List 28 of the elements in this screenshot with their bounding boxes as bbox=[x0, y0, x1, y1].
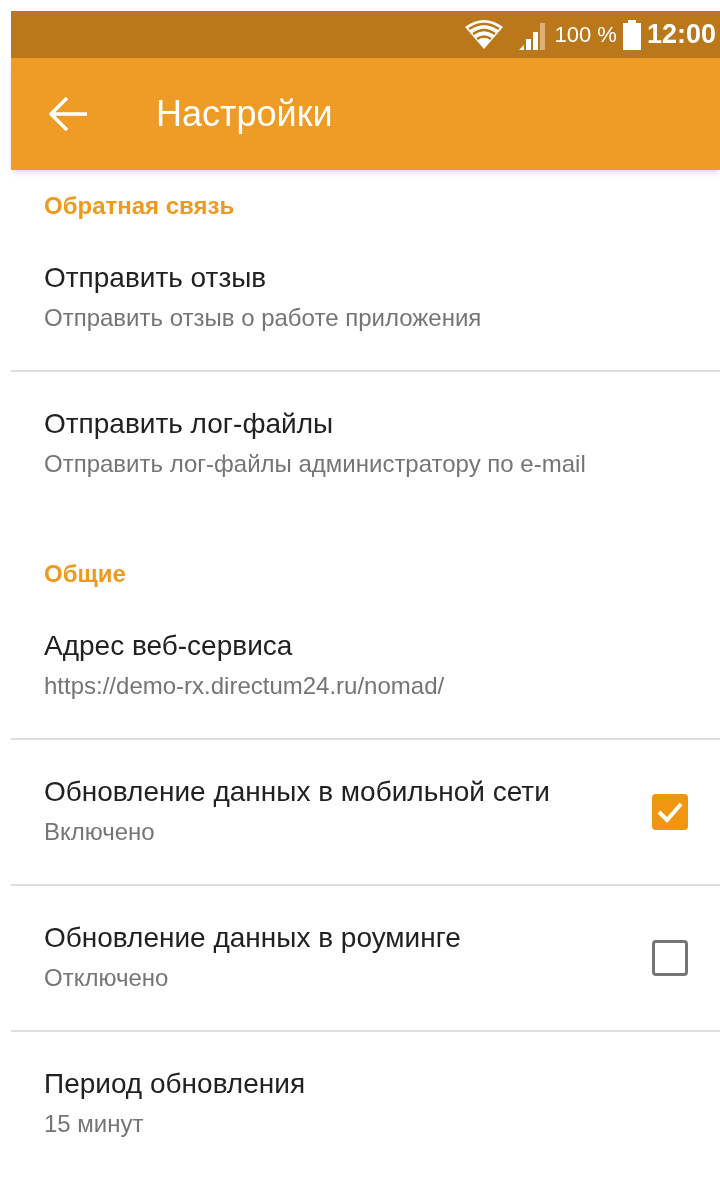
setting-title: Отправить лог-файлы bbox=[44, 407, 335, 441]
settings-item[interactable]: Период обновления 15 минут bbox=[11, 1032, 720, 1176]
checkbox[interactable] bbox=[652, 794, 688, 830]
setting-summary: https://demo-rx.directum24.ru/nomad/ bbox=[44, 671, 446, 701]
settings-item[interactable]: Отправить отзыв Отправить отзыв о работе приложения bbox=[11, 226, 720, 370]
setting-title: Период обновления bbox=[44, 1067, 307, 1101]
back-arrow-icon bbox=[49, 96, 89, 132]
settings-item[interactable]: Обновление данных в роуминге Отключено bbox=[11, 886, 720, 1030]
setting-summary: Отправить лог-файлы администратору по e-mail bbox=[44, 449, 587, 479]
clock-time: 12:00 bbox=[646, 18, 716, 52]
setting-summary: Включено bbox=[44, 817, 156, 847]
setting-summary: Отправить отзыв о работе приложения bbox=[44, 303, 483, 333]
battery-icon bbox=[622, 19, 641, 50]
settings-item[interactable]: Отправить лог-файлы Отправить лог-файлы администратору по e-mail bbox=[11, 372, 720, 516]
setting-title: Обновление данных в роуминге bbox=[44, 921, 462, 955]
section-header: Общие bbox=[44, 560, 126, 587]
section-header: Обратная связь bbox=[44, 192, 235, 219]
setting-title: Отправить отзыв bbox=[44, 261, 268, 295]
battery-percent: 100 % bbox=[554, 21, 617, 49]
setting-summary: Отключено bbox=[44, 963, 170, 993]
setting-title: Адрес веб-сервиса bbox=[44, 629, 294, 663]
setting-title: Обновление данных в мобильной сети bbox=[44, 775, 551, 809]
checkbox[interactable] bbox=[652, 940, 688, 976]
toolbar-title: Настройки bbox=[156, 92, 333, 136]
settings-item[interactable]: Адрес веб-сервиса https://demo-rx.directum24.ru/nomad/ bbox=[11, 594, 720, 738]
setting-summary: 15 минут bbox=[44, 1109, 145, 1139]
settings-item[interactable]: Обновление данных в мобильной сети Включено bbox=[11, 740, 720, 884]
wifi-icon bbox=[464, 19, 503, 50]
